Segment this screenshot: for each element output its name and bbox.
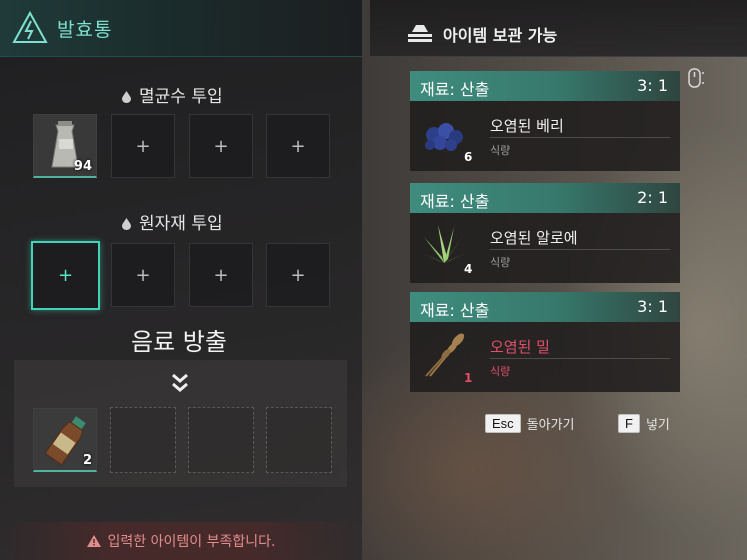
output-slot-4[interactable] (266, 407, 332, 473)
item-name: 오염된 밀 (490, 338, 550, 356)
output-label: 음료 방출 (131, 328, 227, 356)
wheat-icon (425, 333, 465, 377)
sterile-water-count: 94 (73, 159, 92, 174)
add-icon: + (213, 135, 229, 157)
double-chevron-down-icon (172, 373, 188, 392)
output-slot-1[interactable]: 2 (33, 408, 97, 472)
esc-key: Esc (485, 414, 521, 433)
put-label: 넣기 (645, 418, 670, 433)
card-source: 재료: 산출 (420, 80, 490, 99)
storage-icon (408, 25, 432, 42)
card-source: 재료: 산출 (420, 301, 490, 320)
f-key: F (618, 414, 640, 433)
sterile-water-label: 멸균수 투입 (139, 87, 223, 107)
card-header: 재료: 산출 3: 1 (410, 71, 680, 101)
card-divider (490, 137, 670, 138)
add-icon: + (290, 135, 306, 157)
raw-material-slot-4[interactable]: + (266, 243, 330, 307)
sterile-water-section-label: 멸균수 투입 (122, 82, 223, 107)
card-ratio: 3: 1 (637, 297, 668, 316)
mouse-scroll-icon (688, 68, 704, 88)
raw-material-section-label: 원자재 투입 (122, 209, 223, 234)
card-header: 재료: 산출 3: 1 (410, 292, 680, 322)
storable-item-card[interactable]: 재료: 산출 2: 1 4 오염된 알로에 식량 (410, 183, 680, 283)
sterile-water-slot-2[interactable]: + (111, 114, 175, 178)
fermenter-title: 발효통 (57, 19, 113, 41)
card-divider (490, 249, 670, 250)
raw-material-slot-1[interactable]: + (31, 241, 100, 310)
card-header: 재료: 산출 2: 1 (410, 183, 680, 213)
add-icon: + (57, 265, 74, 286)
card-source: 재료: 산출 (420, 192, 490, 211)
back-label: 돌아가기 (526, 418, 575, 433)
item-category: 식량 (490, 365, 511, 378)
item-name: 오염된 베리 (490, 117, 564, 135)
card-ratio: 3: 1 (637, 76, 668, 95)
add-icon: + (213, 264, 229, 286)
aloe-icon (422, 225, 466, 263)
sterile-water-slot-4[interactable]: + (266, 114, 330, 178)
item-category: 식량 (490, 144, 511, 157)
raw-material-label: 원자재 투입 (139, 214, 223, 234)
back-hint[interactable]: Esc 돌아가기 (485, 414, 575, 433)
fermenter-icon (12, 10, 48, 43)
raw-material-slot-3[interactable]: + (189, 243, 253, 307)
item-count: 4 (464, 262, 473, 276)
output-slot-3[interactable] (188, 407, 254, 473)
warning-banner: 입력한 아이템이 부족합니다. (0, 522, 362, 560)
storage-title: 아이템 보관 가능 (443, 26, 558, 45)
fermenter-header: 발효통 (0, 0, 362, 57)
sterile-water-slot-1[interactable]: 94 (33, 114, 97, 178)
put-hint[interactable]: F 넣기 (618, 414, 670, 433)
card-divider (490, 358, 670, 359)
water-drop-icon (122, 218, 131, 230)
item-count: 1 (464, 371, 473, 385)
water-drop-icon (122, 91, 131, 103)
card-ratio: 2: 1 (637, 188, 668, 207)
storable-item-card[interactable]: 재료: 산출 3: 1 1 오염된 밀 식량 (410, 292, 680, 392)
warning-text: 입력한 아이템이 부족합니다. (107, 534, 276, 550)
fermenter-panel: 발효통 멸균수 투입 94 + + + 원자재 투입 + + + + 음료 방출 (0, 0, 362, 560)
warning-icon (86, 535, 101, 547)
item-name: 오염된 알로에 (490, 229, 578, 247)
sterile-water-slot-3[interactable]: + (189, 114, 253, 178)
item-category: 식량 (490, 256, 511, 269)
add-icon: + (135, 135, 151, 157)
item-count: 6 (464, 150, 473, 164)
storable-item-card[interactable]: 재료: 산출 3: 1 6 오염된 베리 식량 (410, 71, 680, 171)
output-count: 2 (82, 453, 92, 468)
raw-material-slot-2[interactable]: + (111, 243, 175, 307)
add-icon: + (290, 264, 306, 286)
output-slot-2[interactable] (110, 407, 176, 473)
berries-icon (425, 123, 463, 151)
add-icon: + (135, 264, 151, 286)
